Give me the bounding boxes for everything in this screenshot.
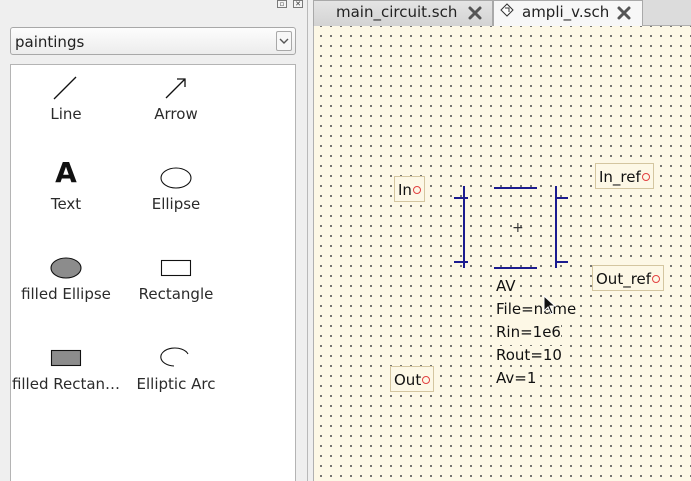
chevron-down-icon[interactable] — [276, 31, 292, 51]
port-label: Out_ref — [596, 270, 652, 288]
port-connector-icon — [412, 186, 421, 194]
port-out-ref[interactable]: Out_ref — [592, 265, 665, 291]
list-item-label: Elliptic Arc — [136, 375, 216, 393]
schematic-canvas[interactable]: In In_ref Out_ref Out + AV File=name Rin… — [313, 26, 691, 481]
line-icon — [53, 76, 77, 100]
schematic-file-icon — [500, 3, 514, 17]
close-icon[interactable] — [467, 5, 483, 21]
center-mark: + — [512, 220, 524, 236]
list-item-rectangle[interactable]: Rectangle — [116, 247, 236, 327]
port-connector-icon — [641, 173, 650, 181]
component-dock: ▫ ✕ paintings Line Arrow A Text Ellipse … — [0, 0, 308, 481]
tab-label: main_circuit.sch — [336, 3, 458, 21]
list-item-filled-rectangle[interactable]: filled Rectan… — [11, 337, 126, 417]
tab-main-circuit[interactable]: main_circuit.sch — [313, 0, 493, 26]
arrow-icon — [165, 78, 186, 99]
amplifier-symbol[interactable]: + — [454, 184, 574, 274]
list-item-label: Arrow — [154, 105, 198, 123]
category-select-value: paintings — [15, 33, 85, 51]
paintings-list: Line Arrow A Text Ellipse filled Ellipse… — [10, 64, 296, 481]
filled-ellipse-icon — [50, 257, 82, 279]
list-item-text[interactable]: A Text — [11, 156, 126, 237]
list-item-elliptic-arc[interactable]: Elliptic Arc — [116, 337, 236, 417]
port-in-ref[interactable]: In_ref — [595, 163, 654, 189]
port-label: Out — [394, 371, 422, 389]
ellipse-icon — [160, 167, 192, 189]
component-prop-av[interactable]: Av=1 — [496, 369, 537, 387]
list-item-label: Rectangle — [138, 285, 214, 303]
port-in[interactable]: In — [394, 176, 425, 202]
list-item-arrow[interactable]: Arrow — [116, 67, 236, 147]
text-icon: A — [55, 156, 77, 189]
list-item-label: Ellipse — [151, 195, 201, 213]
dock-float-icon[interactable]: ▫ — [277, 0, 287, 8]
list-item-label: Text — [50, 195, 82, 213]
list-item-label: filled Rectan… — [11, 375, 121, 393]
port-connector-icon — [652, 275, 661, 283]
port-label: In — [398, 181, 412, 199]
filled-rectangle-icon — [50, 349, 82, 367]
port-out[interactable]: Out — [390, 366, 435, 392]
tab-label: ampli_v.sch — [522, 3, 610, 21]
close-icon[interactable] — [616, 5, 632, 21]
category-select[interactable]: paintings — [10, 27, 296, 55]
port-connector-icon — [422, 376, 431, 384]
list-item-ellipse[interactable]: Ellipse — [116, 157, 236, 237]
port-label: In_ref — [599, 168, 641, 186]
component-prop-name[interactable]: AV — [496, 277, 516, 295]
list-item-line[interactable]: Line — [11, 67, 126, 147]
mouse-cursor-icon — [543, 295, 557, 315]
rectangle-icon — [160, 259, 192, 277]
tab-ampli-v[interactable]: ampli_v.sch — [493, 0, 643, 27]
elliptic-arc-icon — [160, 347, 189, 367]
component-prop-file[interactable]: File=name — [496, 300, 577, 318]
dock-close-icon[interactable]: ✕ — [293, 0, 303, 8]
list-item-label: filled Ellipse — [21, 285, 111, 303]
app-window: ▫ ✕ paintings Line Arrow A Text Ellipse … — [0, 0, 691, 481]
document-tabbar: main_circuit.sch ampli_v.sch — [313, 0, 691, 27]
list-item-label: Line — [50, 105, 82, 123]
list-item-filled-ellipse[interactable]: filled Ellipse — [11, 247, 126, 327]
component-prop-rin[interactable]: Rin=1e6 — [496, 323, 561, 341]
component-prop-rout[interactable]: Rout=10 — [496, 346, 562, 364]
